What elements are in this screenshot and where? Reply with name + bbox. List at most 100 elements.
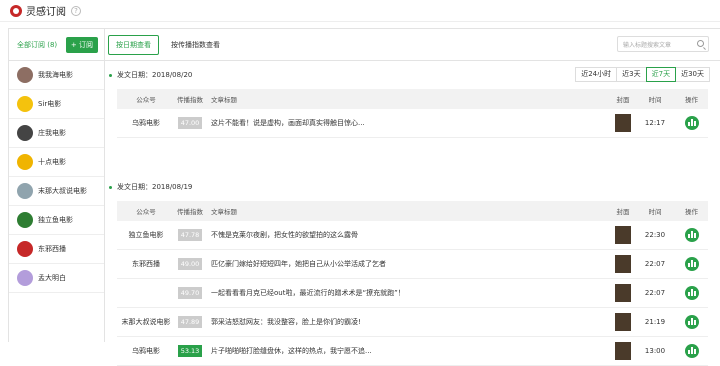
sidebar-item[interactable]: 我我海电影 — [9, 61, 104, 90]
search-placeholder: 输入标题搜索文章 — [623, 41, 672, 49]
sidebar-item[interactable]: 独立鱼电影 — [9, 206, 104, 235]
sidebar-header: 全部订阅 (8) + 订阅 — [9, 29, 104, 61]
avatar — [17, 125, 33, 141]
table-row: 东邪西播 49.00 匹亿豪门嫁给好短短四年，她把自己从小公举活成了乞者 22:07 — [117, 250, 708, 279]
date-label: 发文日期：2018/08/19 — [117, 183, 193, 191]
cover-thumbnail[interactable] — [615, 313, 631, 331]
column-header-index: 传播指数 — [177, 208, 203, 216]
sidebar-item-label: 我我海电影 — [38, 71, 73, 79]
stats-chart-icon[interactable] — [684, 344, 699, 358]
table-header: 公众号 传播指数 文章标题 封面 时间 操作 — [117, 201, 708, 221]
article-title-link[interactable]: 不愧是克莱尔夜剧，把女性的欲望拍的这么露骨 — [205, 230, 611, 240]
search-icon[interactable] — [697, 40, 704, 47]
search-input[interactable]: 输入标题搜索文章 — [617, 36, 709, 52]
subscribe-button[interactable]: + 订阅 — [65, 36, 98, 53]
stats-chart-icon[interactable] — [684, 315, 699, 329]
column-header-cover: 封面 — [616, 96, 630, 104]
column-header-index: 传播指数 — [177, 96, 203, 104]
sidebar-item-label: Sir电影 — [38, 100, 62, 108]
page-header: 灵感订阅 ? — [0, 0, 720, 22]
account-name[interactable]: 独立鱼电影 — [117, 230, 175, 240]
avatar — [17, 154, 33, 170]
cover-thumbnail[interactable] — [615, 114, 631, 132]
article-title-link[interactable]: 这片不能看！说是虚构，画面却真实得触目惊心... — [205, 118, 611, 128]
sidebar-item-label: 十点电影 — [38, 158, 66, 166]
main-area: 按日期查看 按传播指数查看 输入标题搜索文章 近24小时 近3天 近7天 近30天 发… — [105, 29, 720, 366]
spread-index-badge: 47.00 — [177, 117, 203, 129]
sidebar-item[interactable]: 孟大明白 — [9, 264, 104, 293]
account-name[interactable]: 乌鸦电影 — [117, 118, 175, 128]
view-by-index-button[interactable]: 按传播指数查看 — [171, 40, 220, 50]
account-name[interactable]: 东邪西播 — [117, 259, 175, 269]
account-name[interactable]: 乌鸦电影 — [117, 346, 175, 356]
date-heading: 发文日期：2018/08/20 — [109, 70, 192, 80]
sidebar-item-label: 庄我电影 — [38, 129, 66, 137]
avatar — [17, 241, 33, 257]
article-title-link[interactable]: 匹亿豪门嫁给好短短四年，她把自己从小公举活成了乞者 — [205, 259, 611, 269]
avatar — [17, 183, 33, 199]
content-panel: 全部订阅 (8) + 订阅 我我海电影 Sir电影 庄我电影 十点电影 末那大叔说电影独… — [8, 28, 720, 366]
date-label: 发文日期：2018/08/20 — [117, 71, 193, 79]
article-table: 公众号 传播指数 文章标题 封面 时间 操作 独立鱼电影 47.78 不愧是克莱尔夜剧，把女性的… — [117, 201, 708, 366]
stats-chart-icon[interactable] — [684, 286, 699, 300]
article-title-link[interactable]: 郭采洁怒怼网友：我没整容，脸上是你们的霸凌! — [205, 317, 611, 327]
avatar — [17, 212, 33, 228]
spread-index-badge: 49.00 — [177, 258, 203, 270]
column-header-time: 时间 — [648, 96, 662, 104]
sidebar-item[interactable]: Sir电影 — [9, 90, 104, 119]
sidebar-item[interactable]: 庄我电影 — [9, 119, 104, 148]
publish-time: 12:17 — [644, 119, 666, 127]
cover-thumbnail[interactable] — [615, 255, 631, 273]
column-header-op: 操作 — [685, 96, 698, 104]
sidebar-item-label: 孟大明白 — [38, 274, 66, 282]
article-table: 公众号 传播指数 文章标题 封面 时间 操作乌鸦电影 47.00 这片不能看！说是虚构，画面却… — [117, 89, 708, 138]
publish-time: 22:07 — [644, 260, 666, 268]
avatar — [17, 67, 33, 83]
table-header: 公众号 传播指数 文章标题 封面 时间 操作 — [117, 89, 708, 109]
column-header-title: 文章标题 — [211, 96, 237, 104]
help-icon[interactable]: ? — [71, 5, 81, 16]
cover-thumbnail[interactable] — [615, 342, 631, 360]
avatar — [17, 270, 33, 286]
bullet-icon — [109, 73, 112, 77]
avatar — [17, 96, 33, 112]
range-tab[interactable]: 近3天 — [616, 67, 647, 82]
publish-time: 22:30 — [644, 231, 666, 239]
cover-thumbnail[interactable] — [615, 226, 631, 244]
logo-icon — [10, 4, 22, 17]
article-title-link[interactable]: 一起看看看月克已经out啦，最近流行的蹭术术是“撩充就跑”！ — [205, 288, 611, 298]
view-by-date-button[interactable]: 按日期查看 — [108, 34, 159, 55]
table-row: 独立鱼电影 47.78 不愧是克莱尔夜剧，把女性的欲望拍的这么露骨 22:30 — [117, 221, 708, 250]
page-title: 灵感订阅 — [26, 7, 66, 18]
sidebar-item[interactable]: 末那大叔说电影 — [9, 177, 104, 206]
column-header-title: 文章标题 — [211, 208, 237, 216]
account-name[interactable]: 末那大叔说电影 — [117, 317, 175, 327]
table-row: 乌鸦电影 47.00 这片不能看！说是虚构，画面却真实得触目惊心... 12:17 — [117, 109, 708, 138]
spread-index-badge: 47.78 — [177, 229, 203, 241]
table-row: 末那大叔说电影 47.89 郭采洁怒怼网友：我没整容，脸上是你们的霸凌! 21:19 — [117, 308, 708, 337]
table-row: 49.70 一起看看看月克已经out啦，最近流行的蹭术术是“撩充就跑”！ 22:07 — [117, 279, 708, 308]
spread-index-badge: 49.70 — [177, 287, 203, 299]
publish-time: 13:00 — [644, 347, 666, 355]
publish-time: 21:19 — [644, 318, 666, 326]
column-header-account: 公众号 — [136, 96, 156, 104]
range-tab[interactable]: 近24小时 — [575, 67, 618, 82]
cover-thumbnail[interactable] — [615, 284, 631, 302]
all-subscriptions-link[interactable]: 全部订阅 (8) — [17, 40, 57, 50]
stats-chart-icon[interactable] — [684, 257, 699, 271]
spread-index-badge: 47.89 — [177, 316, 203, 328]
sidebar: 全部订阅 (8) + 订阅 我我海电影 Sir电影庄我电影十点电影末那大叔说电影独… — [9, 29, 105, 342]
sidebar-item[interactable]: 十点电影 — [9, 148, 104, 177]
range-tab[interactable]: 近30天 — [675, 67, 710, 82]
date-heading: 发文日期：2018/08/19 — [109, 182, 192, 192]
stats-chart-icon[interactable] — [684, 116, 699, 130]
article-title-link[interactable]: 片子啪啪啪打脸缝盘休，这样的热点，我宁愿不追... — [205, 346, 611, 356]
sidebar-item-label: 东邪西播 — [38, 245, 66, 253]
table-row: 乌鸦电影 53.13 片子啪啪啪打脸缝盘休，这样的热点，我宁愿不追... 13:00 — [117, 337, 708, 366]
range-tab[interactable]: 近7天 — [645, 67, 677, 82]
sidebar-item[interactable]: 东邪西播 — [9, 235, 104, 264]
column-header-time: 时间 — [648, 208, 662, 216]
sidebar-list: 我我海电影 Sir电影庄我电影十点电影末那大叔说电影独立鱼电影东邪西播孟大明白 — [9, 61, 104, 293]
stats-chart-icon[interactable] — [684, 228, 699, 242]
sidebar-item-label: 独立鱼电影 — [38, 216, 73, 224]
